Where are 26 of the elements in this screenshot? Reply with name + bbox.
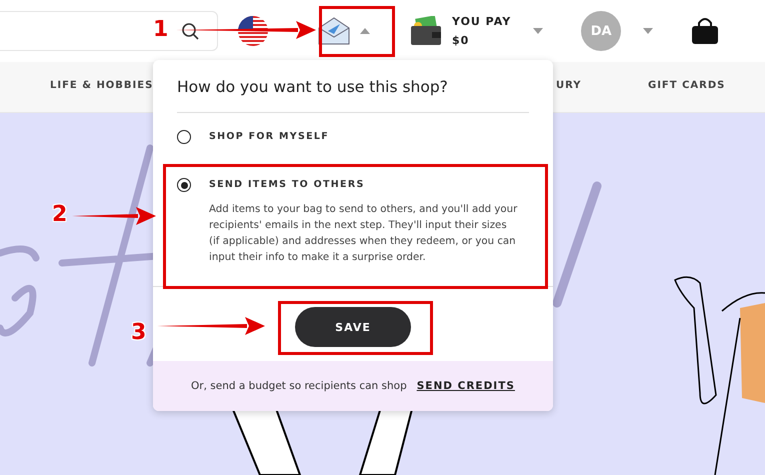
nav-link[interactable]: LIFE & HOBBIES [50, 80, 154, 91]
shopping-bag-icon[interactable] [691, 17, 720, 45]
caret-icon[interactable] [643, 28, 654, 34]
annotation-number: 1 [153, 17, 168, 42]
wallet-icon [410, 16, 442, 46]
radio-button[interactable] [177, 130, 191, 144]
nav-link[interactable]: URY [556, 80, 582, 91]
search-field[interactable] [0, 11, 218, 51]
pay-amount: $0 [452, 34, 470, 47]
option-description: Add items to your bag to send to others, and you'll add your recipients' emails in the next step. They'll input their sizes (if applicable) and addresses when they redeem, or you can input their info to make it a surprise order. [209, 203, 518, 265]
caret-icon[interactable] [533, 28, 544, 34]
flag-icon[interactable] [238, 16, 268, 46]
search-icon[interactable] [181, 22, 199, 40]
option-label: SEND ITEMS TO OTHERS [209, 179, 366, 190]
annotation-number: 3 [131, 320, 146, 345]
caret-icon[interactable] [360, 28, 370, 34]
envelope-icon[interactable] [318, 17, 350, 45]
popup-title: How do you want to use this shop? [176, 77, 449, 98]
option-label: SHOP FOR MYSELF [209, 131, 330, 142]
send-credits-link[interactable]: SEND CREDITS [416, 380, 515, 392]
you-pay-label: YOU PAY [452, 15, 512, 28]
nav-link[interactable]: GIFT CARDS [648, 80, 726, 91]
footer-text: Or, send a budget so recipients can shop [191, 380, 407, 392]
radio-button[interactable] [177, 178, 191, 192]
save-button[interactable]: SAVE [295, 307, 411, 347]
annotation-number: 2 [52, 202, 68, 227]
